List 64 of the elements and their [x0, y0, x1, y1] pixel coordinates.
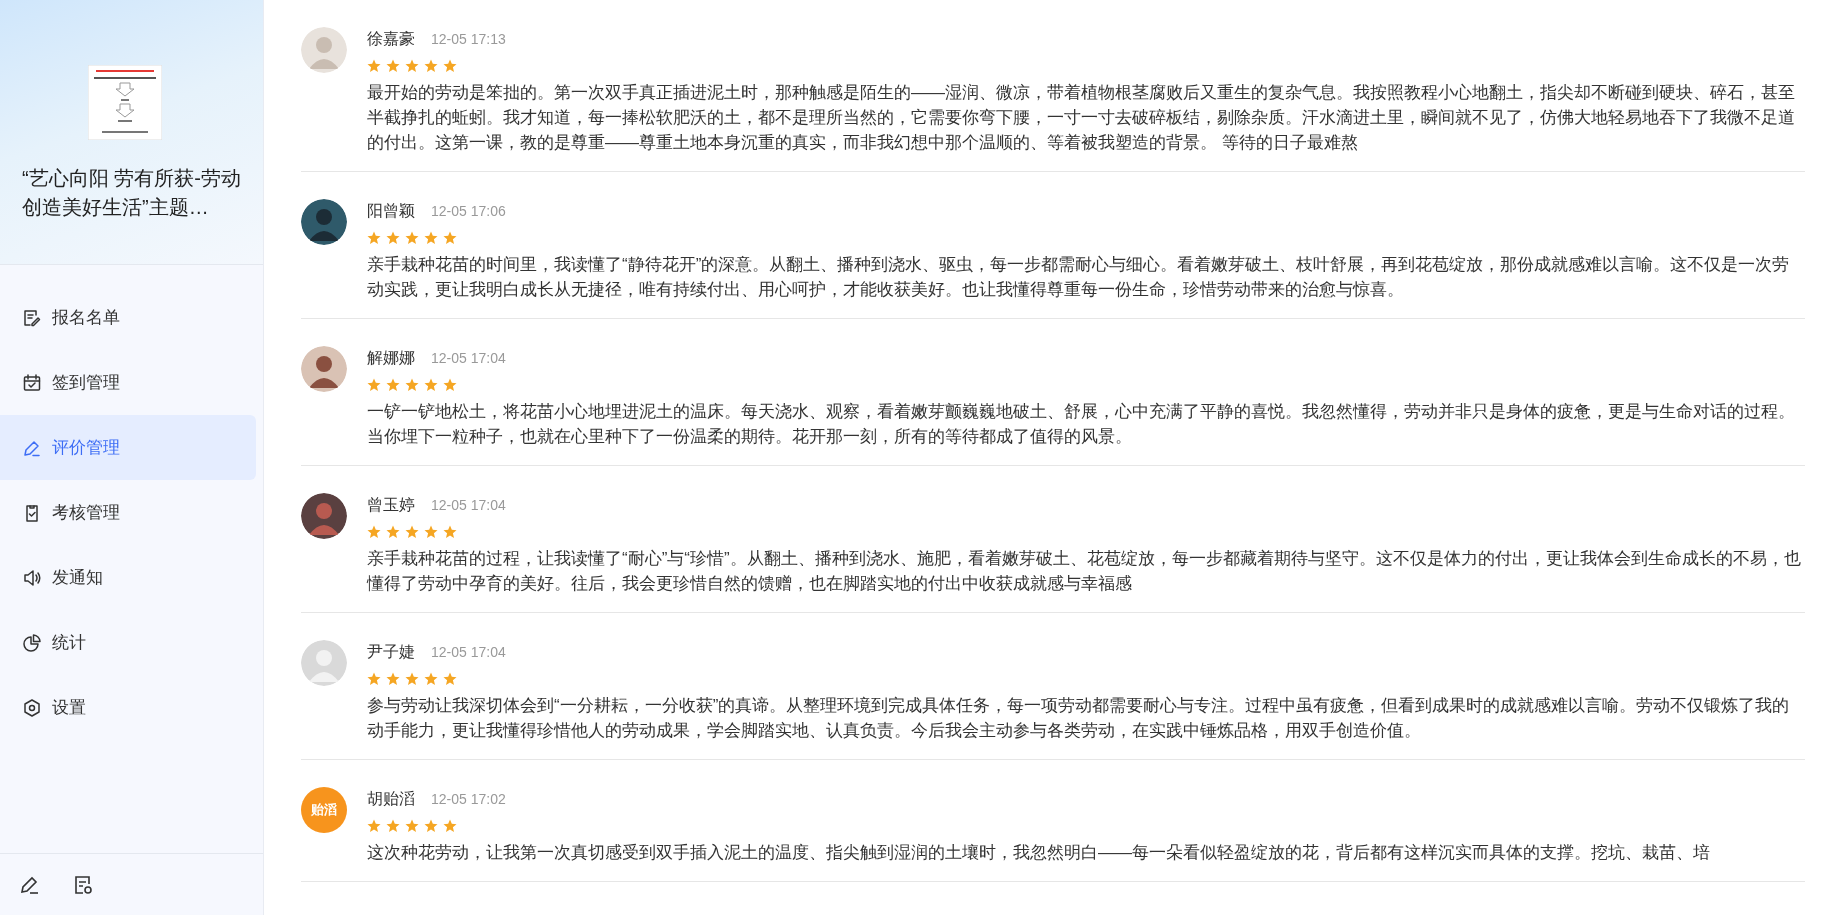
calendar-icon [22, 372, 42, 393]
timestamp: 12-05 17:04 [431, 496, 506, 515]
star-icon [443, 819, 457, 833]
sidebar-item[interactable]: 报名名单 [0, 285, 256, 350]
star-icon [405, 378, 419, 392]
star-icon [386, 59, 400, 73]
star-icon [386, 378, 400, 392]
user-name: 阳曾颖 [367, 201, 415, 221]
user-name: 胡贻滔 [367, 789, 415, 809]
star-icon [424, 819, 438, 833]
sidebar-item[interactable]: 评价管理 [0, 415, 256, 480]
comment-text: 一铲一铲地松土，将花苗小心地埋进泥土的温床。每天浇水、观察，看着嫩芽颤巍巍地破土、舒展，心中充满了平静的喜悦。我忽然懂得，劳动并非只是身体的疲惫，更是与生命对话的过程。当你埋下一粒种子，也就在心里种下了一份温柔的期待。花开那一刻，所有的等待都成了值得的风景。 [367, 401, 1796, 448]
star-icon [367, 59, 381, 73]
star-icon [405, 59, 419, 73]
user-name: 曾玉婷 [367, 495, 415, 515]
star-icon [405, 819, 419, 833]
comment-text: 亲手栽种花苗的时间里，我读懂了“静待花开”的深意。从翻土、播种到浇水、驱虫，每一步都需耐心与细心。看着嫩芽破土、枝叶舒展，再到花苞绽放，那份成就感难以言喻。这不仅是一次劳动实践，更让我明白成长从无捷径，唯有持续付出、用心呵护，才能收获美好。也让我懂得尊重每一份生命，珍惜劳动带来的治愈与惊喜。 [367, 254, 1791, 301]
star-icon [405, 525, 419, 539]
sidebar-item[interactable]: 统计 [0, 610, 256, 675]
timestamp: 12-05 17:13 [431, 30, 506, 49]
activity-title: “艺心向阳 劳有所获-劳动创造美好生活”主题… [22, 166, 241, 220]
sidebar-item[interactable]: 设置 [0, 675, 256, 740]
comment-text: 参与劳动让我深切体会到“一分耕耘，一分收获”的真谛。从整理环境到完成具体任务，每一项劳动都需要耐心与专注。过程中虽有疲惫，但看到成果时的成就感难以言喻。劳动不仅锻炼了我的动手能力，更让我懂得珍惜他人的劳动成果，学会脚踏实地、认真负责。今后我会主动参与各类劳动，在实践中锤炼品格，用双手创造价值。 [367, 695, 1791, 742]
sidebar-item[interactable]: 签到管理 [0, 350, 256, 415]
document-settings-icon[interactable] [72, 873, 94, 896]
star-icon [405, 231, 419, 245]
timestamp: 12-05 17:06 [431, 202, 506, 221]
comment-text: 这次种花劳动，让我第一次真切感受到双手插入泥土的温度、指尖触到湿润的土壤时，我忽然明白——每一朵看似轻盈绽放的花，背后都有这样沉实而具体的支撑。挖坑、栽苗、培 [367, 842, 1711, 864]
star-icon [424, 59, 438, 73]
star-icon [386, 819, 400, 833]
timestamp: 12-05 17:02 [431, 790, 506, 809]
comment-text: 亲手栽种花苗的过程，让我读懂了“耐心”与“珍惜”。从翻土、播种到浇水、施肥，看着嫩芽破土、花苞绽放，每一步都藏着期待与坚守。这不仅是体力的付出，更让我体会到生命成长的不易，也懂得了劳动中孕育的美好。往后，我会更珍惜自然的馈赠，也在脚踏实地的付出中收获成就感与幸福感 [367, 548, 1802, 595]
avatar: 贻滔 [301, 787, 347, 833]
star-icon [367, 378, 381, 392]
timestamp: 12-05 17:04 [431, 349, 506, 368]
star-icon [424, 525, 438, 539]
list-edit-icon [22, 307, 42, 328]
star-icon [443, 59, 457, 73]
star-icon [367, 525, 381, 539]
star-icon [405, 672, 419, 686]
sidebar-item[interactable]: 发通知 [0, 545, 256, 610]
star-icon [367, 672, 381, 686]
avatar-icon [301, 640, 347, 686]
star-icon [367, 819, 381, 833]
user-name: 徐嘉豪 [367, 29, 415, 49]
user-name: 尹子婕 [367, 642, 415, 662]
speaker-icon [22, 567, 42, 588]
timestamp: 12-05 17:04 [431, 643, 506, 662]
sidebar-item[interactable]: 考核管理 [0, 480, 256, 545]
star-icon [424, 672, 438, 686]
user-name: 解娜娜 [367, 348, 415, 368]
comment-text: 最开始的劳动是笨拙的。第一次双手真正插进泥土时，那种触感是陌生的——湿润、微凉，带着植物根茎腐败后又重生的复杂气息。我按照教程小心地翻土，指尖却不断碰到硬块、碎石，甚至半截挣扎的蚯蚓。我才知道，每一捧松软肥沃的土，都不是理所当然的，它需要你弯下腰，一寸一寸去破碎板结，剔除杂质。汗水滴进土里，瞬间就不见了，仿佛大地轻易地吞下了我微不足道的付出。这第一课，教的是尊重——尊重土地本身沉重的真实，而非我幻想中那个温顺的、等着被我塑造的背景。 等待的日子最难熬 [367, 82, 1796, 154]
star-icon [424, 231, 438, 245]
star-icon [367, 231, 381, 245]
star-icon [443, 672, 457, 686]
star-icon [443, 378, 457, 392]
star-icon [386, 525, 400, 539]
pie-chart-icon [22, 632, 42, 653]
star-icon [386, 672, 400, 686]
star-icon [424, 378, 438, 392]
star-icon [443, 525, 457, 539]
star-icon [443, 231, 457, 245]
star-icon [386, 231, 400, 245]
settings-icon [22, 697, 42, 718]
